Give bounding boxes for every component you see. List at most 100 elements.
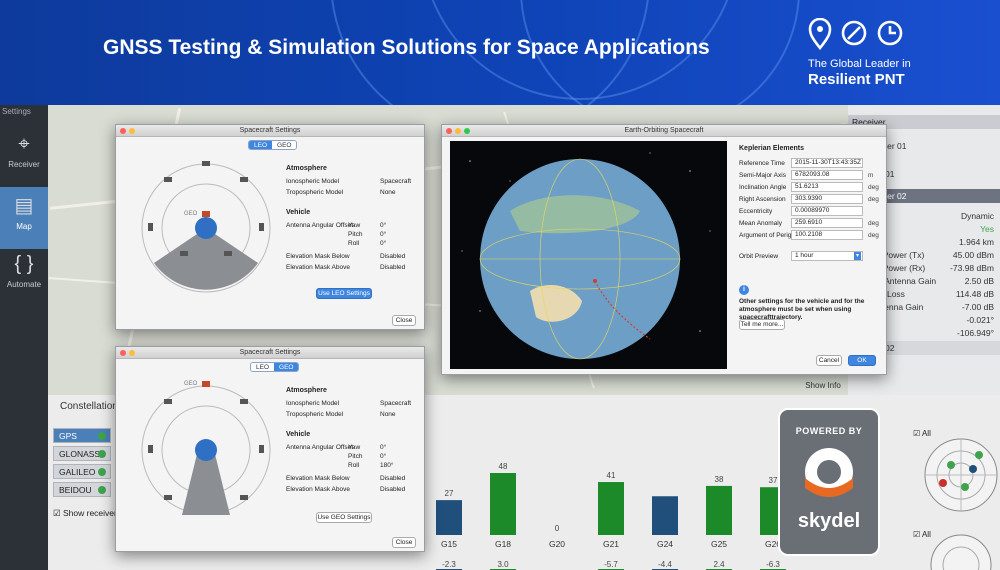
tab-leo[interactable]: LEO — [251, 363, 275, 371]
orbit-preview-select[interactable]: 1 hour ▾ — [791, 251, 863, 261]
sidebar-item-label: Automate — [6, 280, 42, 289]
constellation-galileo-button[interactable]: GALILEO — [53, 464, 111, 479]
orbit-label: GEO — [184, 381, 198, 387]
yaw-value[interactable]: 0° — [380, 222, 386, 229]
field-label: Mean Anomaly — [739, 220, 782, 227]
mask-above-value[interactable]: Disabled — [380, 264, 405, 271]
right-ascension-input[interactable]: 303.9390 — [791, 194, 863, 204]
field-label: Argument of Perigee — [739, 232, 799, 239]
row-value: 45.00 dBm — [952, 250, 994, 260]
minimize-window-icon[interactable] — [129, 350, 135, 356]
mask-below-value[interactable]: Disabled — [380, 475, 405, 482]
constellation-label: GLONASS — [59, 449, 101, 459]
eccentricity-input[interactable]: 0.00089970 — [791, 206, 863, 216]
tropospheric-value[interactable]: None — [380, 411, 396, 418]
sidebar-item-map[interactable]: ▤ Map — [0, 187, 48, 249]
tab-geo[interactable]: GEO — [272, 141, 297, 149]
minimize-window-icon[interactable] — [455, 128, 461, 134]
sidebar-item-label: Map — [16, 222, 32, 231]
roll-value[interactable]: 180° — [380, 462, 393, 469]
show-info-button[interactable]: Show Info — [803, 381, 843, 392]
row-value: 2.50 dB — [964, 276, 994, 286]
mask-above-label: Elevation Mask Above — [286, 264, 350, 271]
all-checkbox[interactable]: ☑ All — [913, 530, 931, 539]
orbit-globe-view[interactable] — [450, 141, 727, 369]
row-value: 114.48 dB — [955, 289, 994, 299]
ionospheric-value[interactable]: Spacecraft — [380, 178, 411, 185]
status-dot-icon — [98, 486, 106, 494]
mask-above-value[interactable]: Disabled — [380, 486, 405, 493]
status-dot-icon — [98, 468, 106, 476]
tab-leo[interactable]: LEO — [249, 141, 273, 149]
constellation-label: GALILEO — [59, 467, 96, 477]
inclination-input[interactable]: 51.6213 — [791, 182, 863, 192]
brand-tagline-bold: Resilient PNT — [808, 71, 905, 88]
reference-time-input[interactable]: 2015-11-30T13:43:35Z — [791, 158, 863, 168]
mask-below-value[interactable]: Disabled — [380, 253, 405, 260]
tab-geo[interactable]: GEO — [274, 363, 299, 371]
tropospheric-label: Tropospheric Model — [286, 189, 344, 196]
banner: GNSS Testing & Simulation Solutions for … — [0, 0, 1000, 105]
row-value: -0.021° — [966, 315, 994, 325]
close-window-icon[interactable] — [120, 128, 126, 134]
close-button[interactable]: Close — [392, 315, 416, 326]
all-checkbox[interactable]: ☑ All — [913, 429, 931, 438]
field-unit: deg — [868, 232, 879, 239]
skydel-wordmark: skydel — [797, 510, 861, 532]
satellite-marker — [939, 479, 947, 487]
spacecraft-icon — [202, 381, 210, 387]
constellation-gps-button[interactable]: GPS — [53, 428, 111, 443]
bar-bottom-value-label: 2.4 — [713, 560, 725, 569]
row-value: -73.98 dBm — [950, 263, 994, 273]
semi-major-axis-input[interactable]: 6782093.08 — [791, 170, 863, 180]
sidebar-item-receiver[interactable]: ⌖ Receiver — [0, 127, 48, 189]
minimize-window-icon[interactable] — [129, 128, 135, 134]
yaw-value[interactable]: 0° — [380, 444, 386, 451]
close-button[interactable]: Close — [392, 537, 416, 548]
bar-value-label: 37 — [769, 476, 778, 485]
use-leo-settings-button[interactable]: Use LEO Settings — [316, 288, 372, 299]
use-geo-settings-button[interactable]: Use GEO Settings — [316, 512, 372, 523]
skydel-logo-icon — [805, 448, 853, 497]
bar-bottom-value-label: -2.3 — [442, 560, 456, 569]
sidebar-settings-label: Settings — [2, 107, 31, 116]
clock-icon — [877, 20, 903, 46]
show-receiver-checkbox[interactable]: ☑ Show receiver — [53, 508, 117, 519]
constellation-beidou-button[interactable]: BEIDOU — [53, 482, 111, 497]
close-window-icon[interactable] — [446, 128, 452, 134]
window-titlebar: Spacecraft Settings — [116, 347, 424, 359]
bar-value-label: 48 — [499, 462, 508, 471]
cancel-button[interactable]: Cancel — [816, 355, 842, 366]
pitch-value[interactable]: 0° — [380, 453, 386, 460]
yaw-label: Yaw — [348, 222, 361, 229]
ok-button[interactable]: OK — [848, 355, 876, 366]
vehicle-heading: Vehicle — [286, 209, 311, 216]
ionospheric-value[interactable]: Spacecraft — [380, 400, 411, 407]
pitch-value[interactable]: 0° — [380, 231, 386, 238]
mean-anomaly-input[interactable]: 259.6910 — [791, 218, 863, 228]
sidebar-item-automate[interactable]: { } Automate — [0, 247, 48, 309]
maximize-window-icon[interactable] — [464, 128, 470, 134]
pitch-label: Pitch — [348, 231, 363, 238]
argument-of-perigee-input[interactable]: 100.2108 — [791, 230, 863, 240]
sidebar-item-label: Receiver — [8, 160, 40, 169]
spacecraft-settings-window-geo: Spacecraft Settings LEO GEO GEO Atmosphe… — [115, 124, 425, 330]
close-window-icon[interactable] — [120, 350, 126, 356]
bar-bottom-value-label: -5.7 — [604, 560, 618, 569]
category-tick-label: G20 — [549, 539, 565, 549]
atmosphere-heading: Atmosphere — [286, 165, 327, 172]
orbit-tab-group: LEO GEO — [250, 362, 300, 372]
yaw-label: Yaw — [348, 444, 361, 451]
constellation-glonass-button[interactable]: GLONASS — [53, 446, 111, 461]
sidebar: Settings ⌖ Receiver ▤ Map { } Automate — [0, 105, 48, 570]
antenna-offset-label: Antenna Angular Offset — [286, 444, 354, 451]
orbit-preview-label: Orbit Preview — [739, 253, 779, 260]
roll-value[interactable]: 0° — [380, 240, 386, 247]
compass-icon — [841, 20, 867, 46]
window-title: Spacecraft Settings — [239, 349, 301, 356]
bar-bottom-value-label: -4.4 — [658, 560, 672, 569]
category-tick-label: G21 — [603, 539, 619, 549]
tropospheric-value[interactable]: None — [380, 189, 396, 196]
tropospheric-label: Tropospheric Model — [286, 411, 344, 418]
tell-me-more-button[interactable]: Tell me more... — [739, 319, 785, 330]
